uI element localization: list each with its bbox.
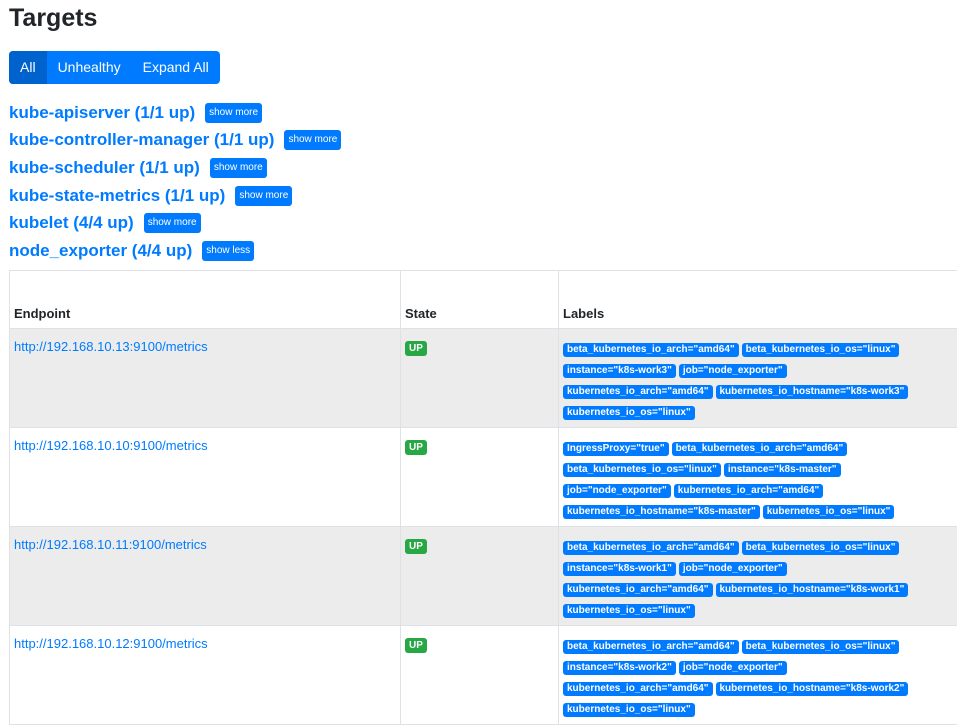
labels-column-header: Labels (559, 271, 957, 329)
label-badge: kubernetes_io_os="linux" (563, 406, 695, 420)
show-more-button[interactable]: show more (284, 130, 341, 150)
endpoint-link[interactable]: http://192.168.10.13:9100/metrics (14, 339, 208, 354)
job-item: kube-controller-manager (1/1 up) show mo… (9, 127, 341, 155)
job-name-link[interactable]: node_exporter (4/4 up) (9, 241, 192, 261)
label-list: beta_kubernetes_io_arch="amd64"beta_kube… (563, 537, 957, 621)
label-badge: kubernetes_io_os="linux" (563, 604, 695, 618)
label-badge: beta_kubernetes_io_arch="amd64" (563, 343, 739, 357)
state-cell: UP (401, 428, 559, 527)
filter-all-button[interactable]: All (9, 51, 47, 84)
label-badge: beta_kubernetes_io_arch="amd64" (672, 442, 848, 456)
label-badge: kubernetes_io_arch="amd64" (674, 484, 824, 498)
filter-button-group: All Unhealthy Expand All (9, 51, 220, 84)
endpoint-cell: http://192.168.10.13:9100/metrics (10, 329, 401, 428)
labels-cell: IngressProxy="true"beta_kubernetes_io_ar… (559, 428, 957, 527)
label-badge: instance="k8s-work2" (563, 661, 676, 675)
job-item: kube-apiserver (1/1 up) show more (9, 99, 341, 127)
label-badge: beta_kubernetes_io_os="linux" (742, 640, 900, 654)
label-badge: instance="k8s-work3" (563, 364, 676, 378)
endpoint-cell: http://192.168.10.10:9100/metrics (10, 428, 401, 527)
state-badge: UP (405, 539, 427, 554)
job-name-link[interactable]: kube-controller-manager (1/1 up) (9, 130, 274, 150)
label-badge: job="node_exporter" (679, 562, 787, 576)
show-more-button[interactable]: show more (235, 186, 292, 206)
job-name-link[interactable]: kubelet (4/4 up) (9, 213, 134, 233)
label-badge: kubernetes_io_os="linux" (763, 505, 895, 519)
labels-cell: beta_kubernetes_io_arch="amd64"beta_kube… (559, 527, 957, 626)
label-list: IngressProxy="true"beta_kubernetes_io_ar… (563, 438, 957, 522)
label-badge: kubernetes_io_hostname="k8s-work1" (716, 583, 909, 597)
filter-unhealthy-button[interactable]: Unhealthy (47, 51, 132, 84)
label-badge: kubernetes_io_hostname="k8s-work2" (716, 682, 909, 696)
endpoint-link[interactable]: http://192.168.10.11:9100/metrics (14, 537, 207, 552)
endpoint-cell: http://192.168.10.11:9100/metrics (10, 527, 401, 626)
label-badge: job="node_exporter" (563, 484, 671, 498)
state-cell: UP (401, 329, 559, 428)
page-title: Targets (9, 2, 97, 34)
label-list: beta_kubernetes_io_arch="amd64"beta_kube… (563, 339, 957, 423)
job-name-link[interactable]: kube-scheduler (1/1 up) (9, 158, 200, 178)
label-badge: kubernetes_io_os="linux" (563, 703, 695, 717)
job-name-link[interactable]: kube-state-metrics (1/1 up) (9, 186, 225, 206)
job-list: kube-apiserver (1/1 up) show more kube-c… (9, 99, 341, 265)
state-column-header: State (401, 271, 559, 329)
endpoint-cell: http://192.168.10.12:9100/metrics (10, 626, 401, 725)
label-badge: kubernetes_io_arch="amd64" (563, 583, 713, 597)
label-badge: beta_kubernetes_io_arch="amd64" (563, 640, 739, 654)
label-badge: kubernetes_io_hostname="k8s-master" (563, 505, 760, 519)
show-less-button[interactable]: show less (202, 241, 254, 261)
endpoint-link[interactable]: http://192.168.10.12:9100/metrics (14, 636, 208, 651)
label-badge: kubernetes_io_hostname="k8s-work3" (716, 385, 909, 399)
label-badge: instance="k8s-work1" (563, 562, 676, 576)
label-badge: kubernetes_io_arch="amd64" (563, 385, 713, 399)
label-list: beta_kubernetes_io_arch="amd64"beta_kube… (563, 636, 957, 720)
job-name-link[interactable]: kube-apiserver (1/1 up) (9, 103, 195, 123)
state-badge: UP (405, 638, 427, 653)
label-badge: beta_kubernetes_io_os="linux" (742, 541, 900, 555)
state-cell: UP (401, 527, 559, 626)
state-badge: UP (405, 440, 427, 455)
show-more-button[interactable]: show more (205, 103, 262, 123)
job-item: node_exporter (4/4 up) show less (9, 237, 341, 265)
job-item: kubelet (4/4 up) show more (9, 209, 341, 237)
job-item: kube-scheduler (1/1 up) show more (9, 154, 341, 182)
labels-cell: beta_kubernetes_io_arch="amd64"beta_kube… (559, 626, 957, 725)
label-badge: job="node_exporter" (679, 364, 787, 378)
table-row: http://192.168.10.11:9100/metrics UP bet… (10, 527, 957, 626)
label-badge: beta_kubernetes_io_os="linux" (563, 463, 721, 477)
label-badge: job="node_exporter" (679, 661, 787, 675)
labels-cell: beta_kubernetes_io_arch="amd64"beta_kube… (559, 329, 957, 428)
show-more-button[interactable]: show more (144, 213, 201, 233)
label-badge: beta_kubernetes_io_arch="amd64" (563, 541, 739, 555)
table-header-row: Endpoint State Labels (10, 271, 957, 329)
state-badge: UP (405, 341, 427, 356)
table-row: http://192.168.10.10:9100/metrics UP Ing… (10, 428, 957, 527)
job-item: kube-state-metrics (1/1 up) show more (9, 182, 341, 210)
table-row: http://192.168.10.13:9100/metrics UP bet… (10, 329, 957, 428)
endpoint-link[interactable]: http://192.168.10.10:9100/metrics (14, 438, 208, 453)
label-badge: IngressProxy="true" (563, 442, 669, 456)
expand-all-button[interactable]: Expand All (132, 51, 220, 84)
label-badge: kubernetes_io_arch="amd64" (563, 682, 713, 696)
table-row: http://192.168.10.12:9100/metrics UP bet… (10, 626, 957, 725)
label-badge: instance="k8s-master" (724, 463, 841, 477)
state-cell: UP (401, 626, 559, 725)
label-badge: beta_kubernetes_io_os="linux" (742, 343, 900, 357)
show-more-button[interactable]: show more (210, 158, 267, 178)
endpoint-column-header: Endpoint (10, 271, 401, 329)
targets-table: Endpoint State Labels http://192.168.10.… (9, 270, 957, 725)
